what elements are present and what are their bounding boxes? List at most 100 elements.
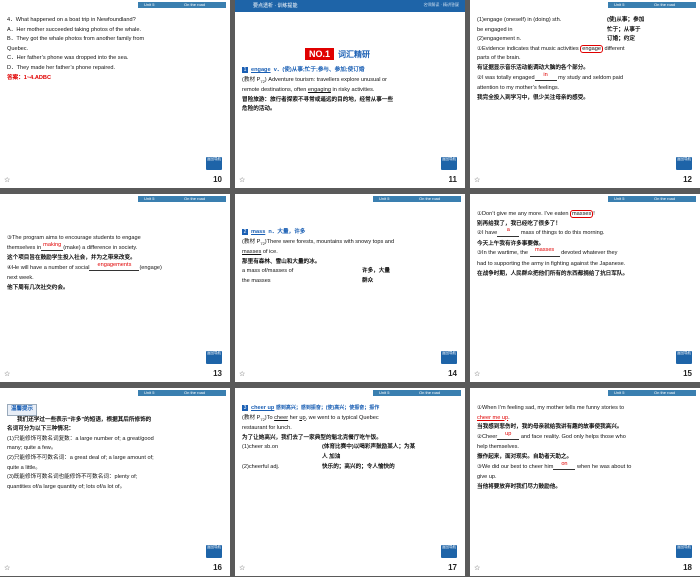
phrase: a mass of/masses of — [242, 268, 294, 275]
example-text: ④He will have a number of social — [7, 264, 90, 271]
slide-18[interactable]: Unit 5 On the road ①When I’m feeling sad,… — [470, 388, 700, 576]
back-nav-button[interactable]: 返回导航 — [676, 157, 692, 170]
slide-15[interactable]: Unit 5 On the road ①Don’t give me any mor… — [470, 194, 700, 382]
back-nav-button[interactable]: 返回导航 — [206, 545, 222, 558]
option-d: D．They made her father’s phone repaired. — [7, 64, 115, 71]
slide-14[interactable]: Unit 5 On the road 2 mass n．大量，许多 (教材 P72)… — [235, 194, 465, 382]
star-icon: ☆ — [4, 371, 11, 378]
slide-number: 18 — [683, 563, 692, 572]
tip-text: (3)既能修饰可数名词也能修饰不可数名词：plenty of; — [7, 474, 138, 481]
section-topbar: 要点透析 · 训练提能 名师解读 · 精讲答疑 — [235, 0, 465, 12]
example-text: ①Evidence indicates that music activitie… — [477, 45, 581, 52]
example-text: different — [602, 45, 625, 52]
back-nav-button[interactable]: 返回导航 — [441, 351, 457, 364]
example-text: next week. — [7, 275, 34, 282]
back-nav-button[interactable]: 返回导航 — [206, 157, 222, 170]
example-text: and face reality. God only helps those w… — [519, 433, 626, 440]
tip-label: 温馨提示 — [7, 404, 38, 416]
star-icon: ☆ — [239, 371, 246, 378]
tip-text: 名词可分为以下三种情况： — [7, 426, 75, 433]
option-c: C．Her father’s phone was dropped into th… — [7, 55, 129, 62]
option-b-cont: Quebec. — [7, 45, 29, 52]
example-text: (make) a difference in society. — [63, 244, 138, 251]
slide-17[interactable]: Unit 5 On the road 3 cheer up 感到高兴；感到振奋；(使… — [235, 388, 465, 576]
vocab-word: cheer up — [251, 405, 275, 411]
back-nav-button[interactable]: 返回导航 — [441, 157, 457, 170]
example-text: ①When I’m feeling sad, my mother tells m… — [477, 405, 625, 411]
option-b: B．They got the whale photos from another… — [7, 36, 145, 43]
example-text: ③The program aims to encourage students … — [7, 235, 141, 241]
highlight-word: engaging — [307, 87, 331, 94]
tip-text: quite a little。 — [7, 464, 41, 471]
example-text: in risky activities. — [330, 87, 375, 94]
slide-body: 1 engage v．(使)从事;忙于;参与、参加;使订婚 (教材 P72) Ad… — [242, 66, 457, 115]
back-nav-button[interactable]: 返回导航 — [676, 351, 692, 364]
translation: 振作起来，面对现实。自助者天助之。 — [477, 453, 573, 460]
example-text: ③We did our best to cheer him — [477, 463, 554, 470]
fill-blank: up — [497, 430, 520, 441]
example-text: ) Adventure tourism: travellers explore … — [264, 76, 387, 83]
back-nav-button[interactable]: 返回导航 — [441, 545, 457, 558]
tip-text: many; quite a few。 — [7, 445, 57, 452]
slide-header: Unit 5 On the road — [0, 0, 230, 10]
section-label: On the road — [419, 196, 441, 201]
phrase: (1)cheer sb.on — [242, 444, 279, 451]
highlight-word: cheer — [274, 414, 289, 421]
example-text: help themselves. — [477, 444, 519, 451]
back-nav-button[interactable]: 返回导航 — [676, 545, 692, 558]
slide-header: Unit 5 On the road — [470, 0, 700, 10]
translation: 在战争时期，人民群众把他们所有的东西都捐给了抗日军队。 — [477, 270, 629, 277]
example-text: ! — [593, 211, 595, 217]
example-text: of ice. — [261, 249, 278, 256]
tip-text: (1)只能修饰可数名词复数：a large number of; a great… — [7, 435, 154, 442]
example-text: devoted whatever they — [559, 250, 618, 257]
section-title: 词汇精研 — [338, 50, 371, 59]
phrase-meaning: 快乐的；高兴的；令人愉快的 — [322, 463, 395, 470]
fill-blank: a — [497, 226, 520, 237]
example-text: give up. — [477, 474, 497, 481]
item-number-icon: 1 — [242, 66, 248, 73]
translation: 我完全投入到学习中，很少关注母亲的感受。 — [477, 94, 589, 101]
phrase-meaning: (使)从事；参加 — [607, 17, 645, 23]
phrase: (1)engage (oneself) in (doing) sth. — [477, 17, 562, 23]
slide-body: ①When I’m feeling sad, my mother tells m… — [477, 404, 692, 492]
fill-blank: on — [553, 460, 576, 471]
section-heading: NO.1 词汇精研 — [305, 44, 370, 62]
example-text: ③In the wartime, the — [477, 250, 530, 257]
example-source: (教材 P — [242, 238, 261, 245]
back-nav-button[interactable]: 返回导航 — [206, 351, 222, 364]
example-text: themselves in — [7, 244, 42, 251]
section-label: On the road — [654, 2, 676, 7]
slide-number: 14 — [448, 369, 457, 378]
phrase-meaning: 人 加油 — [322, 454, 341, 461]
item-number-icon: 2 — [242, 228, 248, 235]
example-text: parts of the brain. — [477, 55, 521, 62]
slide-number: 12 — [683, 175, 692, 184]
example-text: mass of things to do this morning. — [519, 230, 605, 237]
translation: 当他将要放弃时我们尽力鼓励他。 — [477, 483, 561, 490]
vocab-definition: n．大量，许多 — [268, 229, 306, 235]
phrase: be engaged in — [477, 26, 513, 33]
slide-10[interactable]: Unit 5 On the road 4．What happened on a b… — [0, 0, 230, 188]
slide-header: Unit 5 On the road — [470, 388, 700, 398]
section-label: On the road — [184, 390, 206, 395]
answer-key: 答案：1~4.ADBC — [7, 74, 51, 81]
slide-header: Unit 5 On the road — [0, 388, 230, 398]
slide-12[interactable]: Unit 5 On the road (1)engage (oneself) in… — [470, 0, 700, 188]
example-text: ①Don’t give me any more. I’ve eaten — [477, 211, 571, 217]
example-text: my study and seldom paid — [556, 74, 624, 81]
option-a: A．Her mother succeeded taking photos of … — [7, 26, 142, 33]
slide-header: Unit 5 On the road — [235, 388, 465, 398]
translation: 危险的活动。 — [242, 106, 276, 113]
item-number-icon: 3 — [242, 404, 248, 411]
example-text: remote destinations, often — [242, 87, 308, 94]
slide-number: 17 — [448, 563, 457, 572]
example-text: )To — [264, 414, 275, 421]
slide-11[interactable]: 要点透析 · 训练提能 名师解读 · 精讲答疑 NO.1 词汇精研 1 engage … — [235, 0, 465, 188]
section-label: On the road — [654, 390, 676, 395]
example-text: (engage) — [139, 264, 162, 271]
example-text: )There were forests, mountains with snow… — [264, 238, 395, 245]
slide-16[interactable]: Unit 5 On the road 温馨提示 我们还学过一些表示“许多”的短语，… — [0, 388, 230, 576]
slide-13[interactable]: Unit 5 On the road ③The program aims to e… — [0, 194, 230, 382]
topbar-title: 要点透析 · 训练提能 — [253, 3, 298, 9]
